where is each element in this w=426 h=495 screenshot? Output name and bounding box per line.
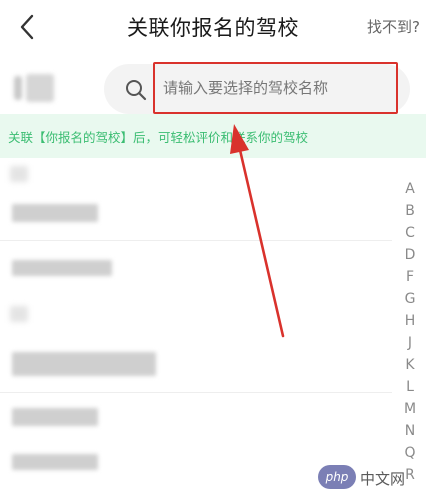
index-letter-g[interactable]: G [396,288,424,310]
index-letter-n[interactable]: N [396,420,424,442]
header: 关联你报名的驾校 找不到? [0,0,426,56]
hint-text: 关联【你报名的驾校】后，可轻松评价和联系你的驾校 [8,130,309,145]
index-letter-m[interactable]: M [396,398,424,420]
list-item[interactable] [0,242,390,292]
alphabet-index[interactable]: A B C D F G H J K L M N Q R [396,178,424,495]
index-letter-a[interactable]: A [396,178,424,200]
hint-banner: 关联【你报名的驾校】后，可轻松评价和联系你的驾校 [0,114,426,158]
index-letter-b[interactable]: B [396,200,424,222]
section-header [0,158,390,188]
search-icon [126,80,147,101]
section-header [0,298,390,328]
list-item[interactable] [0,394,390,444]
index-letter-h[interactable]: H [396,310,424,332]
not-found-link[interactable]: 找不到? [367,16,420,37]
list-divider [0,392,392,393]
index-letter-j[interactable]: J [396,332,424,354]
index-letter-d[interactable]: D [396,244,424,266]
index-letter-q[interactable]: Q [396,442,424,464]
watermark-text: 中文网 [360,470,406,488]
index-letter-c[interactable]: C [396,222,424,244]
watermark-badge: php [318,465,356,489]
index-letter-l[interactable]: L [396,376,424,398]
index-letter-f[interactable]: F [396,266,424,288]
page-title: 关联你报名的驾校 [127,16,299,40]
index-letter-k[interactable]: K [396,354,424,376]
driving-school-list [0,158,392,495]
watermark: php 中文网 [318,463,422,493]
list-item[interactable] [0,338,390,388]
search-input[interactable] [153,62,398,114]
city-selector[interactable] [14,72,56,106]
list-divider [0,240,392,241]
list-item[interactable] [0,188,390,238]
